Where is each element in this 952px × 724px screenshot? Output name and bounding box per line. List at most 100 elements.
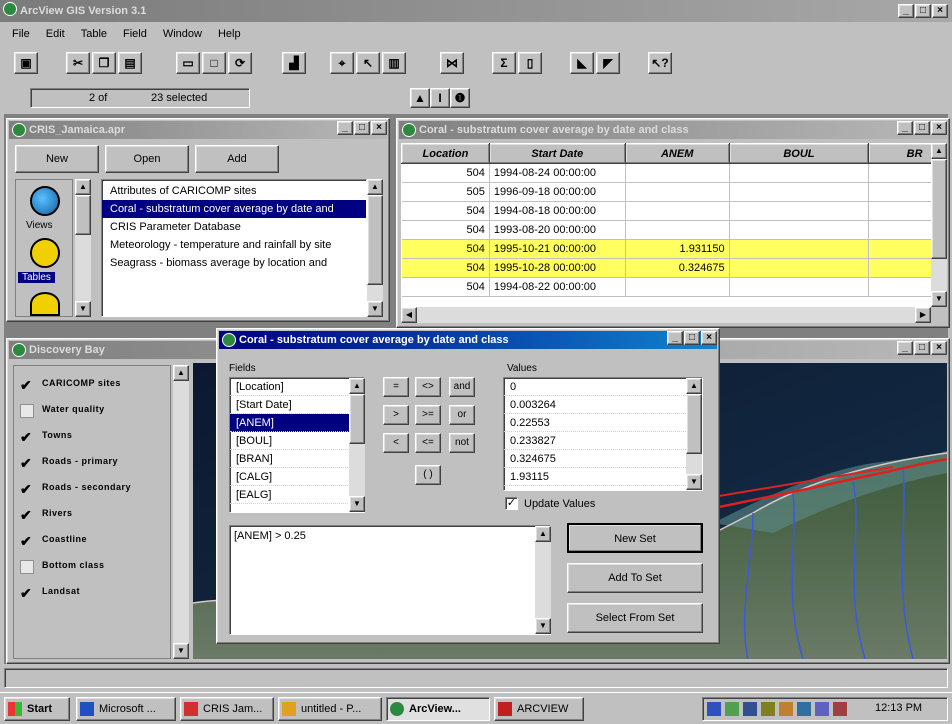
scroll-down-icon[interactable]: ▼: [535, 618, 551, 634]
scroll-up-icon[interactable]: ▲: [173, 365, 189, 381]
list-item-selected[interactable]: Coral - substratum cover average by date…: [102, 200, 366, 218]
select-none-icon[interactable]: □: [202, 52, 226, 74]
table-cell-empty[interactable]: [729, 163, 870, 183]
identify-tool-icon[interactable]: ❶: [450, 88, 470, 108]
table-cell-location[interactable]: 504: [401, 277, 490, 297]
operator-not-button[interactable]: not: [449, 433, 475, 453]
tray-network-icon[interactable]: [707, 702, 721, 716]
table-cell-location[interactable]: 504: [401, 220, 490, 240]
cut-icon[interactable]: ✂: [66, 52, 90, 74]
start-button[interactable]: Start: [4, 697, 70, 721]
operator-equals-button[interactable]: =: [383, 377, 409, 397]
checkmark-icon[interactable]: ✔: [20, 378, 34, 392]
table-cell-date[interactable]: 1993-08-20 00:00:00: [489, 220, 626, 240]
tray-speaker-icon[interactable]: [761, 702, 775, 716]
legend-item[interactable]: ✔ Roads - primary: [18, 452, 168, 474]
operator-greater-equal-button[interactable]: >=: [415, 405, 441, 425]
scroll-down-icon[interactable]: ▼: [931, 291, 947, 307]
table-row[interactable]: 504 1993-08-20 00:00:00: [401, 220, 931, 240]
statistics-icon[interactable]: ▟: [282, 52, 306, 74]
category-views[interactable]: Views: [26, 220, 53, 231]
scroll-up-icon[interactable]: ▲: [535, 526, 551, 542]
menu-edit[interactable]: Edit: [46, 28, 65, 46]
maximize-icon[interactable]: □: [914, 121, 930, 135]
table-cell-empty[interactable]: [868, 277, 931, 297]
table-row[interactable]: 504 1994-08-18 00:00:00: [401, 201, 931, 221]
table-cell-empty[interactable]: [868, 201, 931, 221]
new-set-button[interactable]: New Set: [567, 523, 703, 553]
paste-icon[interactable]: ▤: [118, 52, 142, 74]
list-item[interactable]: Attributes of CARICOMP sites: [102, 182, 366, 200]
taskbar-item[interactable]: untitled - P...: [278, 697, 382, 721]
toc-scrollbar[interactable]: ▲ ▼: [173, 365, 189, 659]
expression-textarea[interactable]: [ANEM] > 0.25: [229, 525, 551, 635]
add-button[interactable]: Add: [195, 145, 279, 173]
checkmark-icon[interactable]: ✔: [20, 508, 34, 522]
operator-less-equal-button[interactable]: <=: [415, 433, 441, 453]
tables-icon[interactable]: [30, 238, 60, 268]
checkmark-icon[interactable]: ✔: [20, 456, 34, 470]
maximize-icon[interactable]: □: [914, 341, 930, 355]
menu-file[interactable]: File: [12, 28, 30, 46]
table-cell-anem[interactable]: [625, 163, 730, 183]
table-cell-anem[interactable]: 0.324675: [625, 258, 730, 278]
items-scrollbar[interactable]: ▲ ▼: [367, 179, 383, 317]
save-icon[interactable]: ▣: [14, 52, 38, 74]
legend-item[interactable]: ✔ Coastline: [18, 530, 168, 552]
table-cell-empty[interactable]: [868, 182, 931, 202]
help-pointer-icon[interactable]: ↖?: [648, 52, 672, 74]
edit-tool-icon[interactable]: I: [430, 88, 450, 108]
find-icon[interactable]: ⌖: [330, 52, 354, 74]
unchecked-box-icon[interactable]: [20, 404, 34, 418]
scroll-up-icon[interactable]: ▲: [367, 179, 383, 195]
field-item[interactable]: [Start Date]: [230, 396, 364, 414]
table-cell-empty[interactable]: [868, 258, 931, 278]
table-hscrollbar[interactable]: ◀ ▶: [401, 307, 931, 323]
minimize-icon[interactable]: _: [897, 121, 913, 135]
legend-item[interactable]: ✔ CARICOMP sites: [18, 374, 168, 396]
expression-scrollbar[interactable]: ▲ ▼: [535, 526, 551, 634]
field-item[interactable]: [ANEM]: [230, 414, 364, 432]
select-from-set-button[interactable]: Select From Set: [567, 603, 703, 633]
scroll-thumb[interactable]: [931, 159, 947, 259]
join-icon[interactable]: ⋈: [440, 52, 464, 74]
table-cell-location[interactable]: 504: [401, 201, 490, 221]
operator-greater-button[interactable]: >: [383, 405, 409, 425]
legend-item[interactable]: Water quality: [18, 400, 168, 422]
list-item[interactable]: CRIS Parameter Database: [102, 218, 366, 236]
field-item[interactable]: [BOUL]: [230, 432, 364, 450]
operator-or-button[interactable]: or: [449, 405, 475, 425]
tray-clock-icon[interactable]: [797, 702, 811, 716]
table-cell-empty[interactable]: [868, 163, 931, 183]
table-cell-empty[interactable]: [729, 239, 870, 259]
menu-field[interactable]: Field: [123, 28, 147, 46]
operator-and-button[interactable]: and: [449, 377, 475, 397]
value-item[interactable]: 0.22553: [504, 414, 702, 432]
table-row[interactable]: 504 1995-10-28 00:00:00 0.324675: [401, 258, 931, 278]
checkbox-checked-icon[interactable]: ✓: [505, 497, 518, 510]
app-titlebar[interactable]: ArcView GIS Version 3.1: [0, 0, 952, 22]
scroll-down-icon[interactable]: ▼: [173, 643, 189, 659]
minimize-icon[interactable]: _: [667, 331, 683, 345]
list-item[interactable]: Meteorology - temperature and rainfall b…: [102, 236, 366, 254]
checkmark-icon[interactable]: ✔: [20, 586, 34, 600]
menu-table[interactable]: Table: [81, 28, 107, 46]
sort-descending-icon[interactable]: ◤: [596, 52, 620, 74]
field-item[interactable]: [CALG]: [230, 468, 364, 486]
table-titlebar[interactable]: Coral - substratum cover average by date…: [399, 121, 947, 139]
minimize-icon[interactable]: _: [897, 341, 913, 355]
table-cell-empty[interactable]: [729, 201, 870, 221]
table-row[interactable]: 505 1996-09-18 00:00:00: [401, 182, 931, 202]
copy-icon[interactable]: ❐: [92, 52, 116, 74]
column-header[interactable]: ANEM: [624, 143, 730, 164]
close-icon[interactable]: ×: [932, 4, 948, 18]
checkmark-icon[interactable]: ✔: [20, 482, 34, 496]
add-to-set-button[interactable]: Add To Set: [567, 563, 703, 593]
value-item[interactable]: 0.003264: [504, 396, 702, 414]
scroll-down-icon[interactable]: ▼: [686, 474, 702, 490]
category-scrollbar[interactable]: ▲ ▼: [75, 179, 91, 317]
field-item[interactable]: [Location]: [230, 378, 364, 396]
calculate-icon[interactable]: ▯: [518, 52, 542, 74]
minimize-icon[interactable]: _: [337, 121, 353, 135]
legend-item[interactable]: ✔ Roads - secondary: [18, 478, 168, 500]
